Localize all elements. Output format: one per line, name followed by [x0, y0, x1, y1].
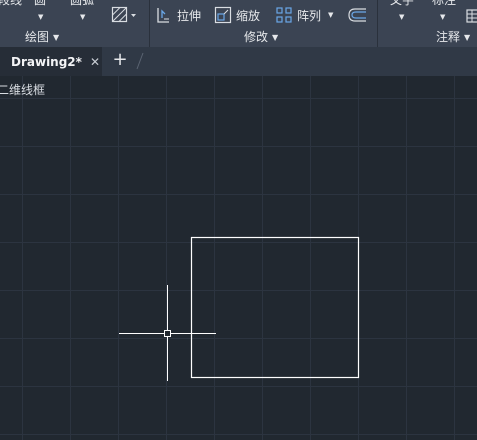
ribbon: 段线 圆 圆弧 文字 标注 ▼ ▼ ▼ ▼ 拉伸 缩放 阵列 ▼ 绘图 ▼ 修改…	[0, 0, 477, 47]
arc-dropdown-caret[interactable]: ▼	[80, 10, 85, 24]
stretch-button[interactable]: 拉伸	[155, 5, 201, 25]
offset-icon[interactable]	[346, 7, 368, 27]
circle-tool-label[interactable]: 圆	[34, 0, 46, 7]
modify-panel-label[interactable]: 修改 ▼	[244, 30, 278, 45]
modify-panel-title: 修改	[244, 30, 269, 44]
scale-icon	[214, 6, 232, 24]
polyline-tool-label[interactable]: 段线	[0, 0, 22, 7]
array-label: 阵列	[297, 8, 322, 23]
draw-panel-label[interactable]: 绘图 ▼	[25, 30, 59, 45]
table-icon[interactable]	[466, 8, 477, 27]
tab-separator	[136, 52, 144, 70]
drawing-canvas[interactable]: 二维线框	[0, 76, 477, 440]
dimension-dropdown-caret[interactable]: ▼	[440, 10, 445, 24]
dimension-tool-label[interactable]: 标注	[432, 0, 456, 7]
arc-tool-label[interactable]: 圆弧	[70, 0, 94, 7]
array-icon	[276, 7, 292, 23]
text-tool-label[interactable]: 文字	[390, 0, 414, 7]
scale-label: 缩放	[236, 8, 261, 23]
visual-style-label[interactable]: 二维线框	[0, 83, 45, 97]
chevron-down-icon: ▼	[464, 33, 471, 42]
tab-drawing2[interactable]: Drawing2* ✕	[0, 47, 102, 76]
draw-panel-title: 绘图	[25, 30, 50, 44]
chevron-down-icon: ▼	[272, 33, 279, 42]
tab-label: Drawing2*	[11, 54, 82, 69]
annotate-panel-title: 注释	[436, 30, 461, 44]
panel-divider	[149, 0, 150, 47]
annotate-panel-label[interactable]: 注释 ▼	[436, 30, 470, 45]
new-tab-button[interactable]: +	[110, 50, 130, 70]
crosshair-cursor	[119, 285, 216, 381]
hatch-icon[interactable]	[111, 6, 137, 28]
close-icon[interactable]: ✕	[90, 55, 100, 69]
scale-button[interactable]: 缩放	[214, 5, 260, 25]
document-tab-bar: Drawing2* ✕ +	[0, 47, 477, 76]
circle-dropdown-caret[interactable]: ▼	[38, 10, 43, 24]
stretch-icon	[157, 8, 169, 23]
stretch-label: 拉伸	[177, 8, 202, 23]
text-dropdown-caret[interactable]: ▼	[399, 10, 404, 24]
chevron-down-icon: ▼	[53, 33, 60, 42]
array-dropdown-caret[interactable]: ▼	[328, 11, 333, 19]
panel-divider	[377, 0, 378, 47]
array-button[interactable]: 阵列 ▼	[275, 5, 333, 25]
